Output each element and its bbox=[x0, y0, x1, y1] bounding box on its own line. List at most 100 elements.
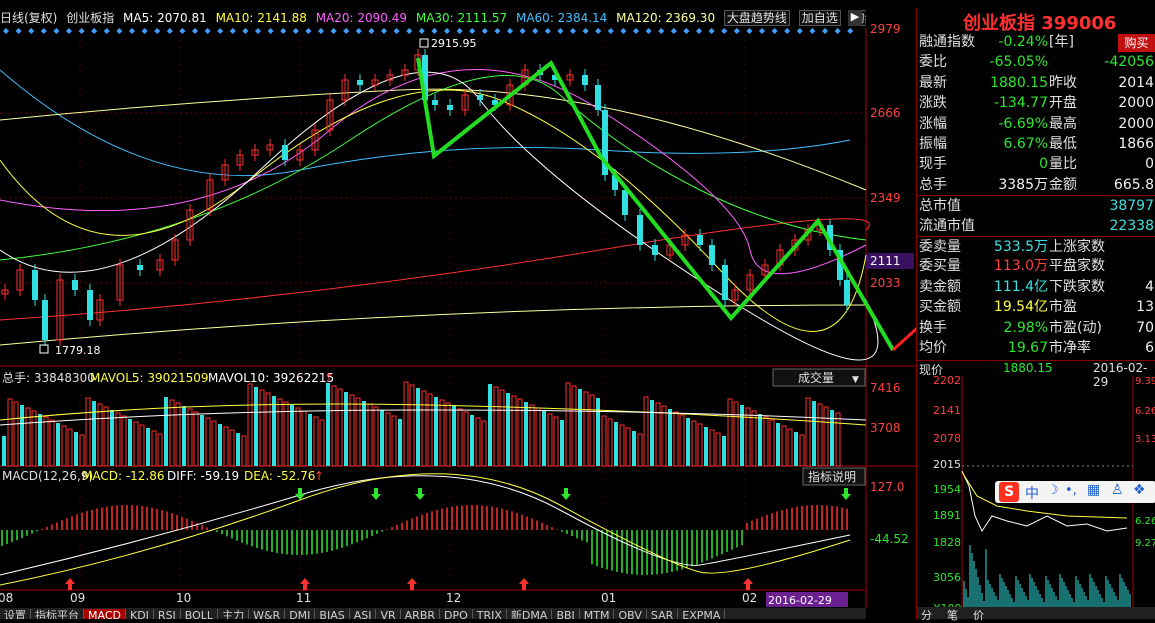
ime-lang-toggle[interactable]: 中 bbox=[1025, 483, 1039, 503]
indicator-tab[interactable]: KDJ bbox=[125, 609, 154, 619]
quote-row: 振幅 6.67% 最低 1866 bbox=[917, 134, 1155, 154]
volume-bar bbox=[565, 382, 571, 467]
volume-bar bbox=[722, 436, 726, 466]
quote-row-label2: 市盈(动) bbox=[1049, 319, 1102, 336]
kline-chart[interactable]: 2979 2666 2349 2111 2033 2915.95 1779.18… bbox=[0, 0, 916, 608]
indicator-tab[interactable]: BBI bbox=[552, 609, 580, 619]
price-tick-2979: 2979 bbox=[870, 22, 901, 36]
volume-bar bbox=[416, 388, 420, 466]
quote-row-label2: 最高 bbox=[1049, 115, 1077, 132]
mini-tab-fen[interactable]: 分 bbox=[921, 607, 932, 623]
volume-bar bbox=[506, 393, 510, 466]
buy-button[interactable]: 购买 bbox=[1118, 34, 1155, 52]
macd-title-label: MACD(12,26,9) bbox=[2, 469, 93, 483]
event-marker-icon bbox=[809, 28, 816, 34]
indicator-tab[interactable]: MACD bbox=[84, 609, 126, 619]
indicator-tab[interactable]: TRIX bbox=[472, 609, 507, 619]
ime-toolbar[interactable]: S 中 ☽ •, ▦ ♙ ❖ bbox=[995, 481, 1155, 503]
quote-row-value2: 2014 bbox=[1118, 74, 1154, 91]
quote-row: 总手 3385万 金额 665.8 bbox=[917, 175, 1155, 195]
candle-down bbox=[432, 100, 438, 105]
event-marker-icon bbox=[28, 28, 35, 34]
event-marker-icon bbox=[595, 28, 602, 34]
quote-row-value: 113.0万 bbox=[993, 258, 1048, 275]
volume-bar bbox=[596, 398, 600, 466]
volume-tick-3708: 3708 bbox=[870, 421, 901, 435]
volume-bar bbox=[668, 409, 672, 466]
volume-bar bbox=[115, 412, 121, 467]
event-marker-icon bbox=[633, 28, 639, 34]
quote-row: 买金额 19.54亿 市盈 13 bbox=[917, 297, 1155, 317]
event-marker-icon bbox=[229, 28, 236, 34]
quote-row-value2: 6 bbox=[1145, 340, 1154, 356]
volume-bar bbox=[787, 428, 793, 467]
indicator-tab[interactable]: RSI bbox=[153, 609, 181, 619]
chevron-down-icon[interactable]: ▼ bbox=[852, 375, 859, 385]
indicator-tab[interactable]: 设置 bbox=[0, 609, 31, 619]
grid-lines bbox=[0, 28, 866, 590]
indicator-tab[interactable]: OBV bbox=[614, 609, 647, 619]
macd-tick-127: 127.0 bbox=[870, 480, 904, 494]
indicator-tab[interactable]: MTM bbox=[579, 609, 615, 619]
event-marker-icon bbox=[66, 28, 72, 34]
volume-tick-7416: 7416 bbox=[870, 381, 901, 395]
moon-icon[interactable]: ☽ bbox=[1047, 483, 1059, 498]
mini-left-tick: 3056 bbox=[933, 571, 961, 584]
mini-tab-bi[interactable]: 笔 bbox=[947, 607, 958, 623]
quote-row-label: 振幅 bbox=[919, 136, 947, 152]
indicator-tab[interactable]: VR bbox=[376, 609, 401, 619]
volume-bar bbox=[686, 418, 690, 466]
volume-bar bbox=[380, 410, 384, 466]
volume-bar bbox=[391, 415, 397, 467]
indicator-tab[interactable]: BIAS bbox=[315, 609, 350, 619]
high-marker-icon bbox=[419, 38, 429, 48]
price-tick-2033: 2033 bbox=[870, 276, 901, 290]
event-marker-icon bbox=[242, 28, 249, 34]
volume-bar bbox=[727, 398, 733, 467]
indicator-tab[interactable]: BOLL bbox=[180, 609, 219, 619]
indicator-tab[interactable]: 指标平台 bbox=[31, 609, 84, 619]
candle-down bbox=[622, 190, 628, 215]
volume-bar bbox=[313, 416, 319, 467]
indicator-tab[interactable]: EXPMA bbox=[678, 609, 726, 619]
quote-row-label2: [年] bbox=[1049, 34, 1074, 50]
candle-down bbox=[637, 215, 643, 245]
volume-bar bbox=[529, 404, 535, 467]
candle-down bbox=[42, 300, 48, 340]
quote-row-label: 卖金额 bbox=[919, 278, 961, 295]
mini-tab-jia[interactable]: 价 bbox=[973, 607, 984, 623]
event-marker-icon bbox=[406, 28, 413, 34]
ma-line bbox=[0, 218, 870, 321]
user-icon[interactable]: ♙ bbox=[1111, 482, 1124, 498]
event-marker-icon bbox=[557, 28, 564, 34]
punctuation-icon[interactable]: •, bbox=[1065, 483, 1077, 498]
skin-icon[interactable]: ❖ bbox=[1133, 482, 1146, 498]
event-marker-icon bbox=[796, 28, 803, 34]
indicator-tab[interactable]: 主力 bbox=[218, 609, 250, 619]
volume-bar bbox=[445, 402, 451, 467]
quote-row: 涨跌 -134.77 开盘 2000 bbox=[917, 93, 1155, 113]
quote-row-label: 最新 bbox=[919, 74, 947, 91]
indicator-tab[interactable]: W&R bbox=[249, 609, 286, 619]
indicator-tab[interactable]: ASI bbox=[349, 609, 377, 619]
quote-row-label: 流通市值 bbox=[919, 217, 975, 234]
candle-down bbox=[87, 290, 93, 320]
volume-total-label: 总手: 33848300 bbox=[2, 371, 95, 385]
indicator-tab[interactable]: SAR bbox=[646, 609, 679, 619]
keyboard-icon[interactable]: ▦ bbox=[1087, 482, 1100, 498]
quote-row-value: 6.67% bbox=[1003, 136, 1048, 152]
indicator-tab[interactable]: 新DMA bbox=[506, 609, 553, 619]
volume-bar bbox=[326, 383, 330, 466]
volume-bar bbox=[715, 432, 721, 467]
indicator-tab[interactable]: DPO bbox=[440, 609, 473, 619]
sogou-icon[interactable]: S bbox=[999, 482, 1019, 502]
indicator-tab[interactable]: DMI bbox=[285, 609, 316, 619]
date-cursor-label: 2016-02-29 bbox=[768, 594, 832, 607]
volume-bar bbox=[331, 385, 337, 467]
quote-row-value: 111.4亿 bbox=[993, 278, 1048, 295]
sell-signal-arrow-icon bbox=[371, 488, 381, 500]
candle-down bbox=[72, 280, 78, 290]
mini-right-tick: 6.26 bbox=[1135, 406, 1155, 417]
volume-bar bbox=[49, 419, 55, 467]
indicator-tab[interactable]: ARBR bbox=[400, 609, 441, 619]
